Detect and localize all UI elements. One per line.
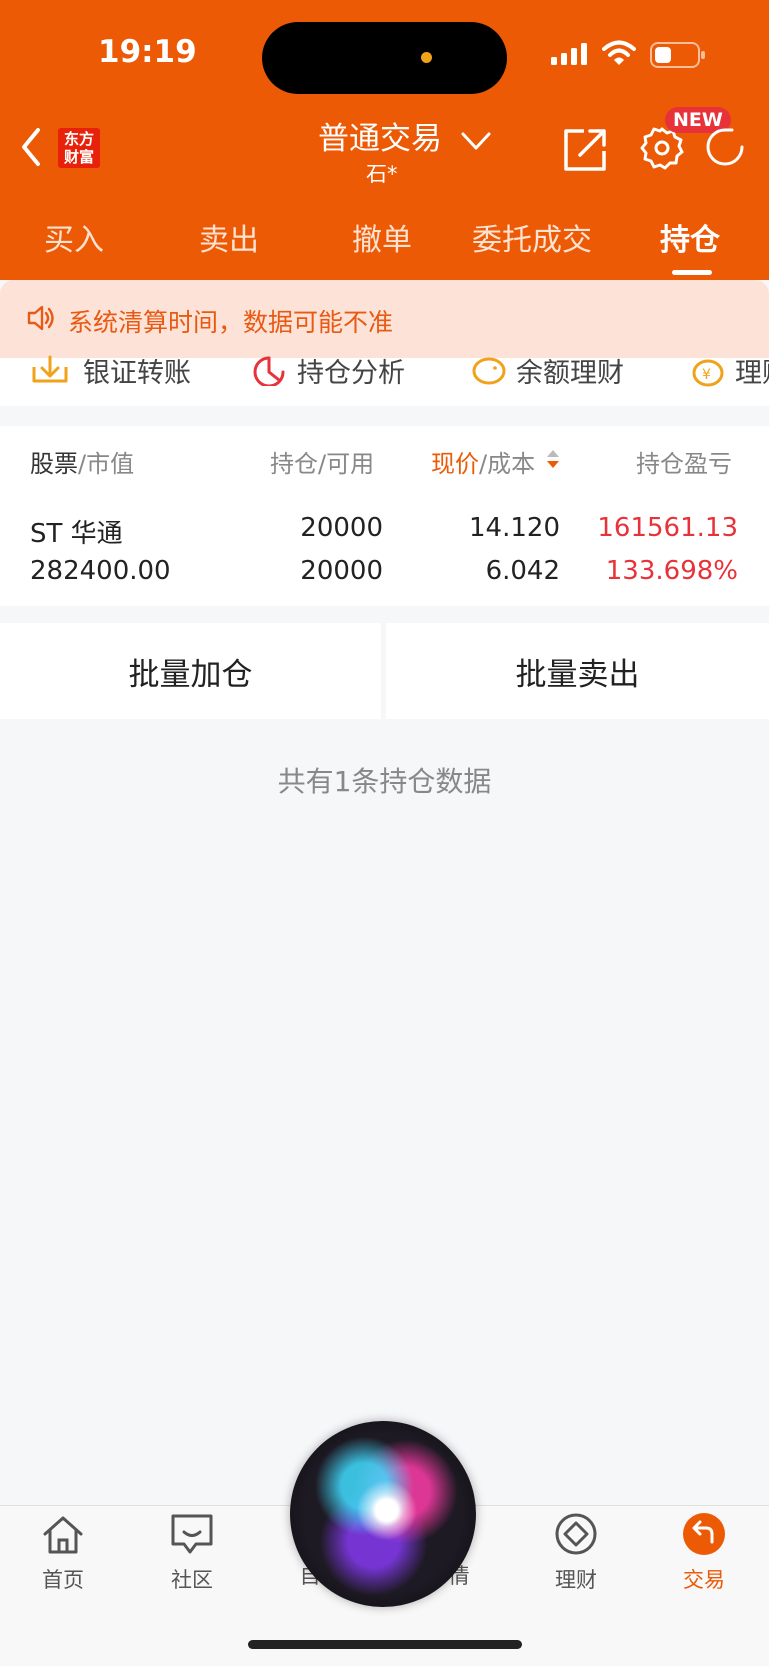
quick-link-transfer[interactable]: 银证转账 <box>83 351 191 390</box>
quick-link-balance-finance[interactable]: 余额理财 <box>516 351 624 390</box>
available-qty: 20000 <box>300 556 383 586</box>
home-icon <box>43 1516 83 1554</box>
position-qty: 20000 <box>300 513 383 543</box>
battery-icon <box>650 42 705 68</box>
nav-community[interactable]: 社区 <box>147 1512 237 1594</box>
tab-orders[interactable]: 委托成交 <box>472 215 592 259</box>
market-value: 282400.00 <box>30 556 171 586</box>
batch-sell-button[interactable]: 批量卖出 <box>386 623 769 719</box>
column-header-pnl: 持仓盈亏 <box>636 450 732 478</box>
dynamic-island <box>262 22 507 94</box>
tab-buy[interactable]: 买入 <box>44 215 104 259</box>
position-pnl-pct: 133.698% <box>605 556 738 586</box>
chat-icon <box>171 1514 213 1554</box>
cellular-signal-icon <box>551 43 587 65</box>
diamond-icon <box>555 1513 597 1555</box>
camera-indicator <box>421 52 432 63</box>
tab-positions[interactable]: 持仓 <box>660 215 720 259</box>
download-tray-icon <box>32 355 68 383</box>
page-title[interactable]: 普通交易 <box>318 113 442 158</box>
app-logo: 东方 财富 <box>58 128 100 168</box>
position-count-summary: 共有1条持仓数据 <box>277 765 492 798</box>
tab-active-indicator <box>672 270 712 275</box>
stock-name[interactable]: ST 华通 <box>30 513 123 550</box>
quick-link-finance[interactable]: 理财 <box>735 351 769 390</box>
notice-text: 系统清算时间，数据可能不准 <box>68 308 394 337</box>
tab-cancel[interactable]: 撤单 <box>352 215 412 259</box>
account-name: 石* <box>366 162 398 186</box>
column-header-stock: 股票/市值 <box>30 450 135 478</box>
share-icon[interactable] <box>562 127 608 173</box>
column-header-position: 持仓/可用 <box>270 450 375 478</box>
nav-home[interactable]: 首页 <box>18 1512 108 1594</box>
wifi-icon <box>602 40 636 65</box>
cost-price: 6.042 <box>485 556 560 586</box>
pie-chart-icon <box>253 356 285 386</box>
batch-add-button[interactable]: 批量加仓 <box>0 623 381 719</box>
piggy-bank-icon <box>472 357 506 385</box>
exchange-icon <box>683 1513 725 1555</box>
quick-link-position-analysis[interactable]: 持仓分析 <box>297 351 405 390</box>
svg-text:¥: ¥ <box>702 367 711 383</box>
sort-icon[interactable] <box>545 448 561 470</box>
siri-orb <box>290 1421 476 1607</box>
position-pnl: 161561.13 <box>597 513 738 543</box>
nav-finance[interactable]: 理财 <box>531 1512 621 1594</box>
yen-coin-icon: ¥ <box>692 359 724 387</box>
current-price: 14.120 <box>469 513 560 543</box>
tab-sell[interactable]: 卖出 <box>199 215 259 259</box>
back-icon[interactable] <box>18 126 44 168</box>
home-indicator[interactable] <box>248 1640 522 1649</box>
nav-trade[interactable]: 交易 <box>659 1512 749 1594</box>
chevron-down-icon[interactable] <box>460 130 492 152</box>
refresh-icon[interactable] <box>704 126 746 168</box>
column-header-price[interactable]: 现价/成本 <box>431 444 535 479</box>
speaker-icon <box>27 305 54 331</box>
status-time: 19:19 <box>98 34 197 70</box>
